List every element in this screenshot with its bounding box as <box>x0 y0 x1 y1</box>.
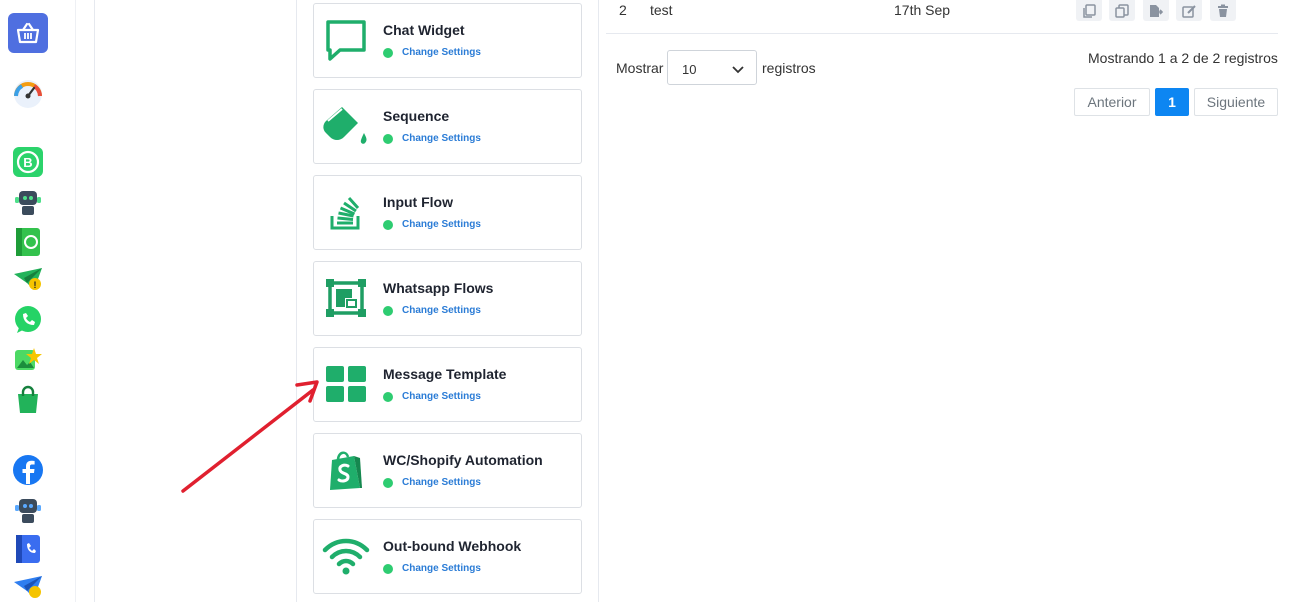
copy-icon <box>1083 3 1096 18</box>
wifi-icon <box>322 532 370 580</box>
whatsapp-business-icon[interactable]: B <box>12 146 44 178</box>
status-dot <box>383 564 393 574</box>
change-settings-link[interactable]: Change Settings <box>402 305 481 316</box>
length-menu-prefix: Mostrar <box>616 60 664 76</box>
change-settings-link[interactable]: Change Settings <box>402 133 481 144</box>
shopping-bag-icon[interactable] <box>12 384 44 416</box>
card-input-flow[interactable]: Input Flow Change Settings <box>313 175 582 250</box>
facebook-icon[interactable] <box>12 454 44 486</box>
status-dot <box>383 392 393 402</box>
change-settings-link[interactable]: Change Settings <box>402 563 481 574</box>
change-settings-link[interactable]: Change Settings <box>402 219 481 230</box>
copy-button[interactable] <box>1076 0 1102 21</box>
row-date: 17th Sep <box>894 2 951 18</box>
robot-icon[interactable] <box>12 186 44 218</box>
blue-paper-plane-alert-icon[interactable] <box>12 572 44 602</box>
length-menu-suffix: registros <box>762 60 816 76</box>
speedometer-icon[interactable] <box>12 78 44 110</box>
gallery-star-icon[interactable] <box>12 344 44 376</box>
card-message-template[interactable]: Message Template Change Settings <box>313 347 582 422</box>
paint-bucket-icon <box>322 102 370 150</box>
table-info: Mostrando 1 a 2 de 2 registros <box>1088 50 1278 66</box>
delete-button[interactable] <box>1210 0 1236 21</box>
status-dot <box>383 220 393 230</box>
stack-overflow-icon <box>322 188 370 236</box>
card-title: Chat Widget <box>383 22 465 38</box>
change-settings-link[interactable]: Change Settings <box>402 391 481 402</box>
page-length-select[interactable]: 10 <box>667 50 757 85</box>
card-out-bound-webhook[interactable]: Out-bound Webhook Change Settings <box>313 519 582 594</box>
duplicate-button[interactable] <box>1109 0 1135 21</box>
whatsapp-phone-book-icon[interactable] <box>12 226 44 258</box>
status-dot <box>383 48 393 58</box>
edit-button[interactable] <box>1176 0 1202 21</box>
frame-icon <box>322 274 370 322</box>
chevron-down-icon <box>732 62 744 80</box>
whatsapp-icon[interactable] <box>12 304 44 336</box>
row-name: test <box>650 2 673 18</box>
pagination-next[interactable]: Siguiente <box>1194 88 1278 116</box>
status-dot <box>383 306 393 316</box>
card-chat-widget[interactable]: Chat Widget Change Settings <box>313 3 582 78</box>
pagination-previous[interactable]: Anterior <box>1074 88 1150 116</box>
status-dot <box>383 134 393 144</box>
file-export-icon <box>1150 4 1163 17</box>
change-settings-link[interactable]: Change Settings <box>402 477 481 488</box>
paper-plane-alert-icon[interactable]: ! <box>12 264 44 296</box>
column-divider <box>94 0 95 602</box>
status-dot <box>383 478 393 488</box>
change-settings-link[interactable]: Change Settings <box>402 47 481 58</box>
column-divider <box>598 0 599 602</box>
row-index: 2 <box>619 2 627 18</box>
export-button[interactable] <box>1143 0 1169 21</box>
card-title: Out-bound Webhook <box>383 538 522 554</box>
messenger-robot-icon[interactable] <box>12 494 44 526</box>
card-wc-shopify-automation[interactable]: WC/Shopify Automation Change Settings <box>313 433 582 508</box>
card-title: Whatsapp Flows <box>383 280 494 296</box>
card-title: Sequence <box>383 108 450 124</box>
left-icon-rail: B ! <box>0 0 76 602</box>
edit-icon <box>1182 4 1196 18</box>
trash-icon <box>1218 4 1228 17</box>
page-length-value: 10 <box>682 62 697 77</box>
shopping-basket-icon[interactable] <box>8 13 48 53</box>
card-title: WC/Shopify Automation <box>383 452 543 468</box>
column-divider <box>296 0 297 602</box>
grid-icon <box>322 360 370 408</box>
card-title: Input Flow <box>383 194 453 210</box>
card-sequence[interactable]: Sequence Change Settings <box>313 89 582 164</box>
svg-text:!: ! <box>34 280 37 290</box>
table-row-separator <box>606 33 1278 34</box>
app-window: B ! Chat Widget Change Settings Sequence… <box>0 0 1302 602</box>
chat-bubble-icon <box>322 16 370 64</box>
pagination-page-1[interactable]: 1 <box>1155 88 1189 116</box>
shopify-bag-icon <box>322 446 370 494</box>
messenger-phone-book-icon[interactable] <box>12 533 44 565</box>
svg-text:B: B <box>23 155 32 170</box>
card-whatsapp-flows[interactable]: Whatsapp Flows Change Settings <box>313 261 582 336</box>
card-title: Message Template <box>383 366 507 382</box>
duplicate-icon <box>1115 3 1129 18</box>
